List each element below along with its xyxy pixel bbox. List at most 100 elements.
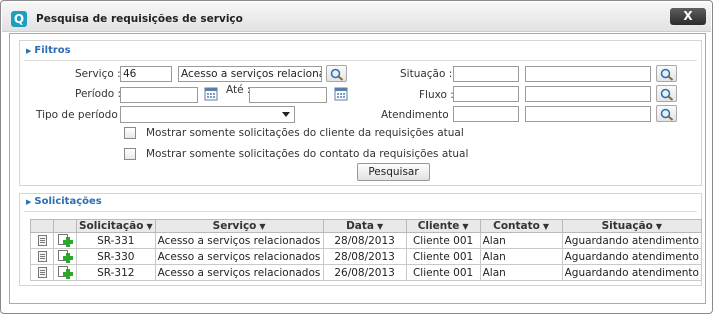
- add-cell[interactable]: [53, 248, 77, 265]
- col-header-contato[interactable]: Contato ▼: [479, 219, 563, 233]
- magnifier-icon: [330, 68, 344, 81]
- cell-data: 28/08/2013: [322, 232, 407, 249]
- cell-cliente: Cliente 001: [405, 248, 481, 265]
- cell-contato: Alan: [479, 232, 563, 249]
- atendimento-name-input[interactable]: [525, 106, 651, 122]
- periodo-label: Período :: [75, 88, 122, 100]
- cell-cliente: Cliente 001: [405, 264, 481, 281]
- add-document-icon[interactable]: [57, 234, 73, 247]
- expand-triangle-icon: ▶: [26, 47, 32, 55]
- cell-solicitacao: SR-330: [76, 248, 156, 265]
- close-button[interactable]: X: [670, 8, 706, 25]
- cell-solicitacao: SR-312: [76, 264, 156, 281]
- table-row[interactable]: SR-312 Acesso a serviços relacionados 26…: [30, 264, 702, 281]
- add-cell[interactable]: [53, 264, 77, 281]
- pesquisar-button[interactable]: Pesquisar: [357, 163, 430, 181]
- document-icon[interactable]: [37, 267, 47, 278]
- col-label: Contato: [493, 220, 540, 232]
- sort-down-icon: ▼: [376, 222, 384, 231]
- col-label: Solicitação: [79, 220, 144, 232]
- chk-cliente-checkbox[interactable]: [124, 127, 136, 139]
- fluxo-code-input[interactable]: [453, 86, 519, 102]
- cell-situacao: Aguardando atendimento: [561, 264, 702, 281]
- magnifier-icon: [660, 68, 674, 81]
- atendimento-label: Atendimento :: [381, 109, 456, 121]
- cell-solicitacao: SR-331: [76, 232, 156, 249]
- divider: [24, 211, 697, 212]
- tipo-periodo-label: Tipo de período :: [36, 109, 125, 121]
- atendimento-search-button[interactable]: [656, 105, 677, 122]
- servico-label: Serviço :: [75, 68, 121, 80]
- col-label: Data: [346, 220, 374, 232]
- sort-down-icon: ▼: [259, 222, 266, 231]
- magnifier-icon: [660, 88, 674, 101]
- sort-down-icon: ▼: [655, 222, 662, 231]
- chk-contato-label: Mostrar somente solicitações do contato …: [146, 148, 469, 160]
- periodo-start-input[interactable]: [120, 87, 198, 103]
- situacao-code-input[interactable]: [453, 66, 519, 82]
- calendar-icon[interactable]: [334, 87, 348, 101]
- situacao-name-input[interactable]: [525, 66, 651, 82]
- view-cell[interactable]: [30, 232, 54, 249]
- table-row[interactable]: SR-331 Acesso a serviços relacionados 28…: [30, 232, 702, 249]
- add-document-icon[interactable]: [57, 266, 73, 279]
- servico-code-input[interactable]: 46: [120, 66, 172, 82]
- filtros-header-label: Filtros: [34, 45, 71, 56]
- col-header-servico[interactable]: Serviço ▼: [154, 219, 324, 233]
- col-header-data[interactable]: Data ▼: [322, 219, 407, 233]
- title-bar[interactable]: Q Pesquisa de requisições de serviço X: [2, 2, 711, 32]
- cell-servico: Acesso a serviços relacionados: [154, 248, 324, 265]
- solicitacoes-header-label: Solicitações: [34, 196, 102, 207]
- divider: [24, 60, 697, 61]
- calendar-icon[interactable]: [204, 87, 218, 101]
- document-icon[interactable]: [37, 235, 47, 246]
- chk-cliente-label: Mostrar somente solicitações do cliente …: [146, 127, 464, 139]
- col-header-cliente[interactable]: Cliente ▼: [405, 219, 481, 233]
- solicitacoes-table: Solicitação ▼ Serviço ▼ Data ▼ Cliente ▼ Con…: [30, 219, 702, 281]
- col-add: [53, 219, 77, 233]
- dialog-title: Pesquisa de requisições de serviço: [36, 13, 243, 25]
- fluxo-search-button[interactable]: [656, 85, 677, 102]
- col-label: Cliente: [417, 220, 460, 232]
- sort-down-icon: ▼: [542, 222, 550, 231]
- servico-name-input[interactable]: Acesso a serviços relaciona: [178, 66, 322, 82]
- expand-triangle-icon: ▶: [26, 198, 32, 206]
- cell-contato: Alan: [479, 248, 563, 265]
- view-cell[interactable]: [30, 264, 54, 281]
- situacao-search-button[interactable]: [656, 65, 677, 82]
- chk-contato-checkbox[interactable]: [124, 148, 136, 160]
- col-label: Situação: [601, 220, 653, 232]
- ate-label: Até :: [226, 84, 251, 96]
- add-document-icon[interactable]: [57, 250, 73, 263]
- chevron-down-icon: [282, 112, 290, 117]
- servico-search-button[interactable]: [326, 65, 347, 82]
- tipo-periodo-select[interactable]: [120, 106, 295, 123]
- atendimento-code-input[interactable]: [453, 106, 519, 122]
- col-label: Serviço: [212, 220, 257, 232]
- filtros-header[interactable]: ▶ Filtros: [26, 45, 71, 56]
- cell-situacao: Aguardando atendimento: [561, 248, 702, 265]
- sort-down-icon: ▼: [462, 222, 469, 231]
- fluxo-name-input[interactable]: [525, 86, 651, 102]
- table-header-row: Solicitação ▼ Serviço ▼ Data ▼ Cliente ▼ Con…: [30, 219, 702, 233]
- col-view: [30, 219, 54, 233]
- fluxo-label: Fluxo :: [419, 89, 454, 101]
- magnifier-icon: [660, 108, 674, 121]
- situacao-label: Situação :: [400, 68, 453, 80]
- app-logo-icon: Q: [11, 11, 27, 27]
- view-cell[interactable]: [30, 248, 54, 265]
- solicitacoes-header[interactable]: ▶ Solicitações: [26, 196, 102, 207]
- sort-down-icon: ▼: [146, 222, 153, 231]
- add-cell[interactable]: [53, 232, 77, 249]
- cell-data: 26/08/2013: [322, 264, 407, 281]
- col-header-situacao[interactable]: Situação ▼: [561, 219, 702, 233]
- periodo-end-input[interactable]: [249, 87, 327, 103]
- cell-servico: Acesso a serviços relacionados: [154, 232, 324, 249]
- document-icon[interactable]: [37, 251, 47, 262]
- table-row[interactable]: SR-330 Acesso a serviços relacionados 28…: [30, 248, 702, 265]
- cell-data: 28/08/2013: [322, 248, 407, 265]
- cell-servico: Acesso a serviços relacionados: [154, 264, 324, 281]
- col-header-solicitacao[interactable]: Solicitação ▼: [76, 219, 156, 233]
- cell-cliente: Cliente 001: [405, 232, 481, 249]
- cell-situacao: Aguardando atendimento: [561, 232, 702, 249]
